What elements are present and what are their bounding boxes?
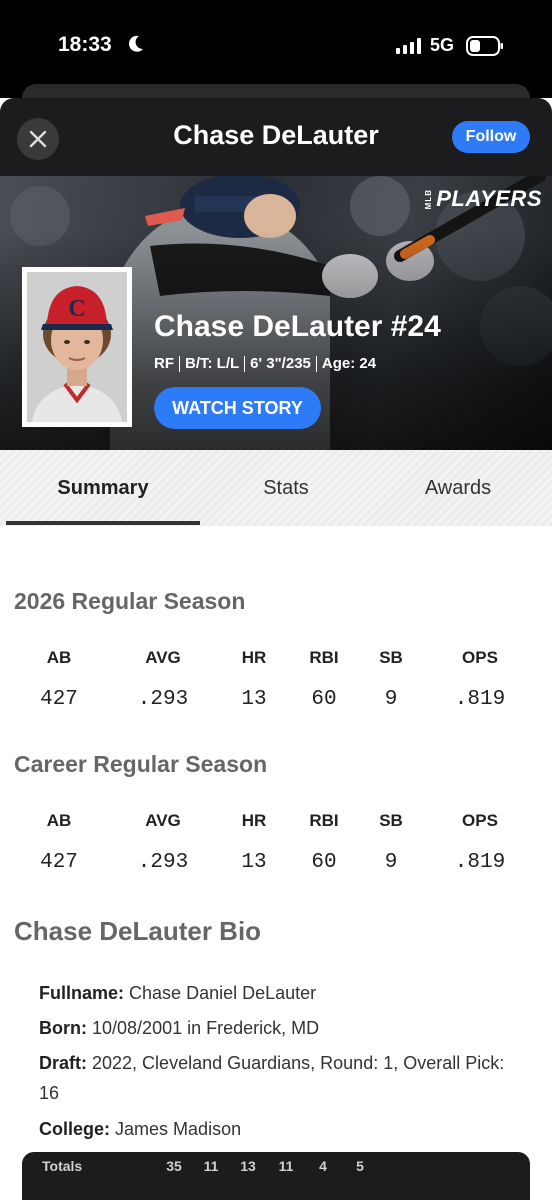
player-meta: RF B/T: L/L 6' 3"/235 Age: 24 [154,355,376,372]
meta-divider [179,355,180,372]
career-stats-title: Career Regular Season [14,751,268,777]
status-time: 18:33 [58,33,112,56]
bio-value: Chase Daniel DeLauter [129,983,317,1003]
stat-value: .293 [137,851,189,874]
bio-label: Born: [39,1018,87,1038]
cellular-signal-icon [396,38,422,59]
stat-header: SB [379,811,403,830]
stat-value: 9 [384,688,398,711]
stat-value: .819 [454,688,506,711]
tab-summary[interactable]: Summary [6,450,200,526]
logo-players-text: PLAYERS [436,186,542,211]
active-tab-indicator [6,521,200,525]
player-bats-throws: B/T: L/L [185,355,240,372]
totals-bar: Totals 35 11 13 11 4 5 [22,1152,530,1200]
totals-value: 11 [278,1158,294,1174]
player-headshot: C [22,267,132,427]
network-type: 5G [430,35,455,55]
tab-stats[interactable]: Stats [190,450,382,526]
stat-header: AVG [145,811,181,830]
stat-header: AB [46,811,72,830]
stat-value: 427 [40,688,78,711]
player-position: RF [154,355,174,372]
watch-story-button[interactable]: WATCH STORY [154,387,321,429]
stat-header: OPS [462,811,498,830]
stat-value: .819 [454,851,506,874]
bio-title: Chase DeLauter Bio [14,916,262,946]
stat-header: SB [379,648,403,667]
mlb-players-logo: MLB PLAYERS [424,186,542,212]
follow-button[interactable]: Follow [452,121,530,153]
svg-text:C: C [68,296,85,322]
totals-value: 5 [356,1158,364,1174]
stat-header: OPS [462,648,498,667]
totals-value: 11 [203,1158,219,1174]
bio-value: 2022, Cleveland Guardians, Round: 1, Ove… [39,1053,505,1103]
bio-fullname: Fullname: Chase Daniel DeLauter [39,978,529,1008]
bio-value: 10/08/2001 in Frederick, MD [92,1018,320,1038]
tab-awards[interactable]: Awards [362,450,552,526]
modal-header: Chase DeLauter Follow [0,98,552,176]
stat-value: 9 [384,851,398,874]
status-bar: 18:33 5G [0,0,552,114]
stat-header: AB [46,648,72,667]
tab-bar: Summary Stats Awards [0,450,552,526]
totals-value: 4 [319,1158,327,1174]
totals-label: Totals [42,1158,83,1174]
player-age: Age: 24 [321,355,377,372]
totals-value: 13 [240,1158,256,1174]
stat-header: AVG [145,648,181,667]
season-stats-title: 2026 Regular Season [14,588,246,614]
stat-value: .293 [137,688,189,711]
player-name: Chase DeLauter #24 [154,310,441,343]
moon-icon [128,35,144,58]
bio-draft: Draft: 2022, Cleveland Guardians, Round:… [39,1048,529,1108]
bio-born: Born: 10/08/2001 in Frederick, MD [39,1013,529,1043]
stat-value: 427 [40,851,78,874]
bio-value: James Madison [115,1119,242,1139]
totals-value: 35 [166,1158,182,1174]
battery-icon [466,36,504,61]
player-hero-banner: MLB PLAYERS C Chase DeLauter #24 RF B/T:… [0,176,552,450]
bio-label: Fullname: [39,983,125,1003]
player-height-weight: 6' 3"/235 [250,355,311,372]
logo-mlb-text: MLB [424,188,434,210]
meta-divider [244,355,246,372]
bio-college: College: James Madison [39,1114,529,1144]
bio-label: College: [39,1119,111,1139]
bio-label: Draft: [39,1053,87,1073]
headshot-image: C [27,272,127,422]
meta-divider [315,355,317,372]
